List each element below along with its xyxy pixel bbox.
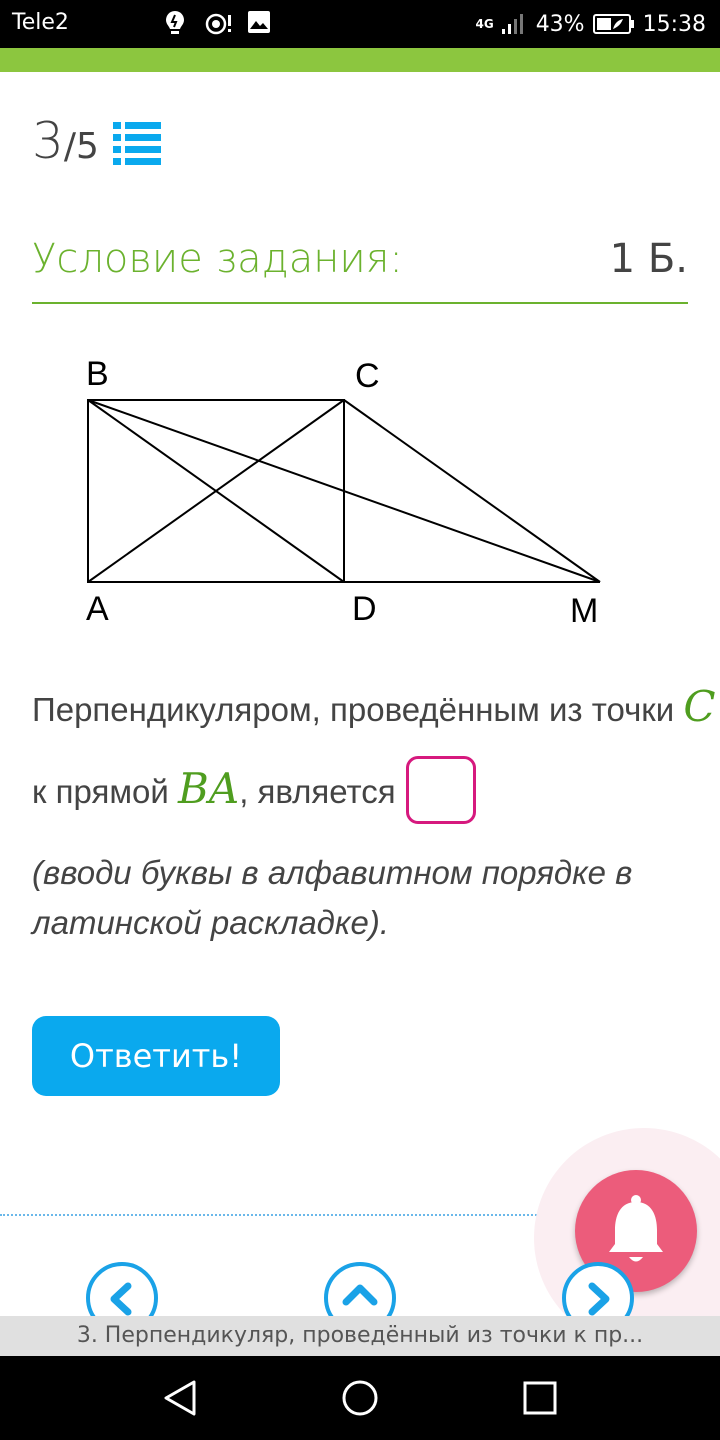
point-label-d: D [352,590,377,628]
question-progress: 3 /5 [32,112,99,170]
answer-button[interactable]: Ответить! [32,1016,280,1096]
task-text-part1: Перпендикуляром, проведённым из точки [32,691,684,728]
lightbulb-icon [166,11,184,34]
geometry-figure: B C A D M [86,355,601,630]
answer-input[interactable] [406,756,476,824]
task-text-line1: Перпендикуляром, проведённым из точки C [32,682,715,731]
home-icon[interactable] [342,1380,378,1416]
image-icon [248,11,270,33]
point-label-a: A [86,590,109,628]
condition-title: Условие задания: [32,236,403,282]
input-hint: (вводи буквы в алфавитном порядке в лати… [32,854,633,941]
point-label-c: C [355,357,380,395]
condition-points: 1 Б. [609,236,688,282]
battery-percent: 43% [535,11,585,37]
task-text-line2: к прямой BA, является [32,764,396,813]
battery-icon [592,14,634,34]
recents-icon[interactable] [523,1381,557,1415]
signal-icon [501,14,523,34]
carrier-name: Tele2 [12,10,69,35]
header-accent-band [0,48,720,72]
task-text-part3: , является [239,773,396,810]
condition-divider [32,302,688,304]
task-text-part2: к прямой [32,773,178,810]
line-symbol-ba: BA [177,764,240,813]
clock: 15:38 [642,11,706,37]
point-label-b: B [86,355,109,393]
back-icon[interactable] [164,1380,196,1416]
system-nav-icons [164,1380,557,1416]
network-type: 4G [475,17,494,31]
point-label-m: M [570,592,598,630]
status-bar: Tele2 4G 43% 15:38 [0,0,720,48]
system-navigation-bar [0,1356,720,1440]
current-question: 3 [32,112,64,170]
total-questions: /5 [63,126,99,167]
figure-lines [87,399,601,583]
point-symbol-c: C [683,682,716,731]
list-icon[interactable] [113,121,161,165]
lesson-caption[interactable]: 3. Перпендикуляр, проведённый из точки к… [0,1316,720,1356]
record-icon [205,13,231,35]
